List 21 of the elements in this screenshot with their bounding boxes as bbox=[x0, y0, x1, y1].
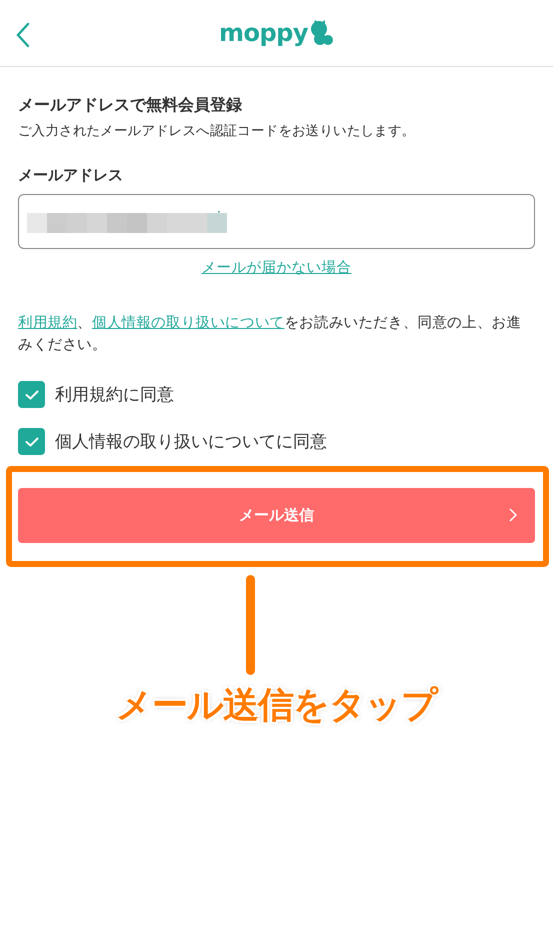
help-link[interactable]: メールが届かない場合 bbox=[202, 260, 352, 276]
chevron-right-icon bbox=[509, 508, 517, 522]
checkbox-label: 個人情報の取り扱いについてに同意 bbox=[55, 431, 327, 453]
checkmark-icon bbox=[24, 390, 38, 400]
form-title: メールアドレスで無料会員登録 bbox=[18, 95, 243, 116]
back-button[interactable] bbox=[14, 20, 32, 50]
checkbox[interactable] bbox=[18, 428, 45, 455]
form-subtitle: ご入力されたメールアドレスへ認証コードをお送りいたします。 bbox=[18, 122, 416, 140]
checkbox-label: 利用規約に同意 bbox=[55, 384, 174, 406]
checkbox[interactable] bbox=[18, 381, 45, 408]
send-mail-button[interactable]: メール送信 bbox=[18, 488, 535, 542]
mascot-icon bbox=[310, 20, 334, 46]
checkmark-icon bbox=[24, 436, 38, 446]
email-label: メールアドレス bbox=[18, 166, 124, 185]
terms-notice: 利用規約、個人情報の取り扱いについて をお読みいただき、同意の上、お進みください。 bbox=[18, 314, 522, 355]
logo-text: moppy bbox=[219, 19, 308, 47]
chevron-left-icon bbox=[16, 22, 30, 48]
email-field[interactable] bbox=[18, 194, 535, 249]
terms-link[interactable]: 個人情報の取り扱いについて bbox=[92, 315, 284, 331]
terms-link[interactable]: 利用規約 bbox=[18, 315, 78, 331]
annotation-caption: メール送信をタップ bbox=[115, 684, 440, 728]
